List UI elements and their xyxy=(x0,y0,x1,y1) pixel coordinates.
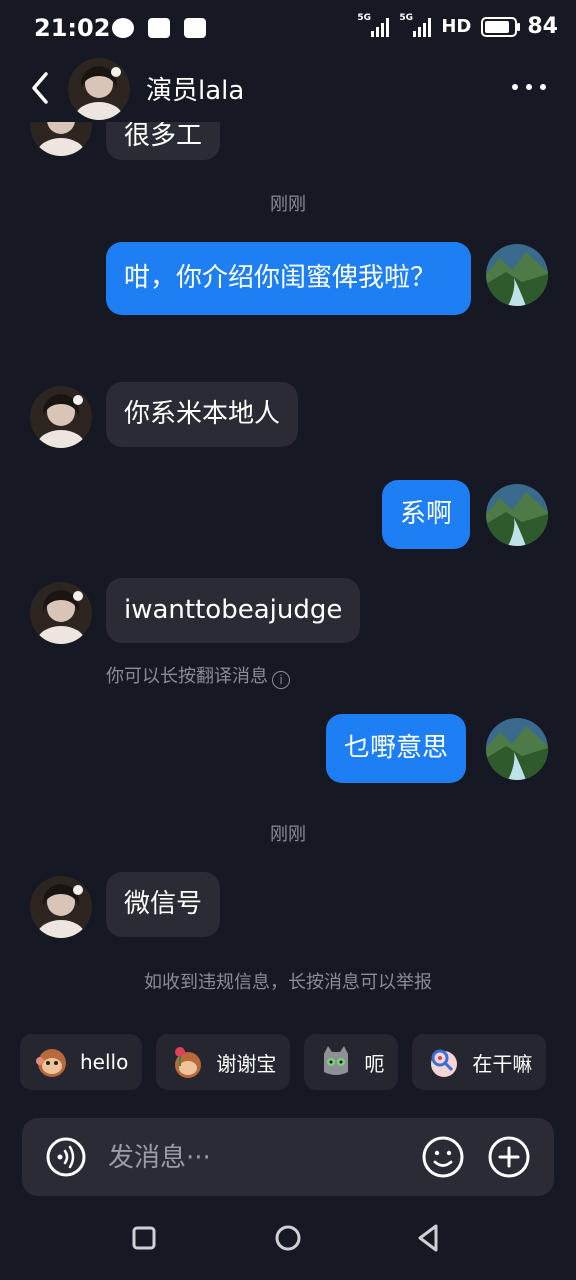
notification-icons xyxy=(112,18,206,38)
report-hint: 如收到违规信息，长按消息可以举报 xyxy=(144,972,432,993)
home-icon[interactable] xyxy=(268,1218,308,1258)
contact-avatar-small[interactable] xyxy=(30,876,92,938)
battery-icon xyxy=(481,16,521,37)
contact-avatar-small[interactable] xyxy=(30,122,92,156)
timestamp: 刚刚 xyxy=(270,194,306,215)
message-input[interactable] xyxy=(106,1138,410,1178)
signal-icon-2: 5G xyxy=(399,13,432,37)
message-notification-icon xyxy=(112,18,134,38)
my-avatar[interactable] xyxy=(486,484,548,546)
message-bubble-incoming[interactable]: iwanttobeajudge xyxy=(106,578,361,643)
flower-monkey-emoji-icon xyxy=(175,1047,202,1078)
message-bubble-outgoing[interactable]: 乜嘢意思 xyxy=(326,714,467,783)
quick-reply-chip[interactable]: hello xyxy=(20,1034,143,1090)
back-arrow-icon[interactable] xyxy=(26,68,56,108)
chat-header: 演员lala xyxy=(0,58,576,122)
mail-notification-icon xyxy=(184,18,206,38)
timestamp: 刚刚 xyxy=(270,824,306,845)
network-type: HD xyxy=(441,16,472,37)
info-icon[interactable]: i xyxy=(272,671,290,689)
cat-emoji-icon xyxy=(324,1046,349,1075)
back-icon[interactable] xyxy=(408,1218,448,1258)
signal-icon: 5G xyxy=(357,13,390,37)
emoji-icon[interactable] xyxy=(422,1136,464,1178)
message-bubble-incoming[interactable]: 微信号 xyxy=(106,872,221,937)
contact-avatar[interactable] xyxy=(68,58,130,120)
status-time: 21:02 xyxy=(34,14,111,42)
voice-icon[interactable] xyxy=(46,1137,86,1177)
message-bubble-outgoing[interactable]: 系啊 xyxy=(382,480,471,549)
system-nav-bar xyxy=(0,1200,576,1280)
contact-avatar-small[interactable] xyxy=(30,582,92,644)
message-bubble-incoming[interactable]: 你系米本地人 xyxy=(106,382,299,447)
my-avatar[interactable] xyxy=(486,718,548,780)
translate-hint[interactable]: 你可以长按翻译消息 i xyxy=(106,662,290,689)
searching-emoji-icon xyxy=(431,1049,458,1077)
more-options-icon[interactable] xyxy=(512,84,546,90)
battery-level: 84 xyxy=(527,14,558,39)
quick-reply-chip[interactable]: 谢谢宝 xyxy=(156,1034,291,1090)
quick-reply-chip[interactable]: 在干嘛 xyxy=(412,1034,547,1090)
plus-icon[interactable] xyxy=(488,1136,530,1178)
contact-avatar-small[interactable] xyxy=(30,386,92,448)
monkey-emoji-icon xyxy=(36,1049,66,1077)
contact-name[interactable]: 演员lala xyxy=(146,70,244,107)
message-input-bar xyxy=(22,1118,554,1196)
app-notification-icon xyxy=(148,18,170,38)
chat-messages[interactable]: 很多工 刚刚 咁，你介绍你闺蜜俾我啦？ 你系米本地人 系啊 iwanttobea… xyxy=(0,122,576,1022)
message-bubble-incoming[interactable]: 很多工 xyxy=(106,122,221,160)
recents-icon[interactable] xyxy=(124,1218,164,1258)
my-avatar[interactable] xyxy=(486,244,548,306)
status-bar: 21:02 5G 5G HD 84 xyxy=(0,0,576,58)
message-bubble-outgoing[interactable]: 咁，你介绍你闺蜜俾我啦？ xyxy=(106,242,471,315)
quick-replies: hello 谢谢宝 呃 在干嘛 xyxy=(20,1034,547,1090)
quick-reply-chip[interactable]: 呃 xyxy=(304,1034,399,1090)
